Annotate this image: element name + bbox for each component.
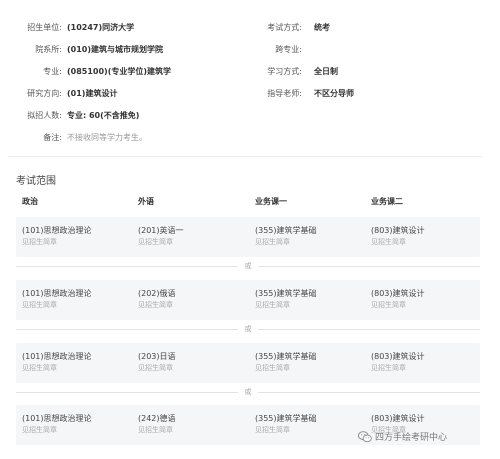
header-foreign-language: 外语 [138,197,154,206]
subject-note: 见招生简章 [371,364,406,372]
info-row-unit: 招生单位: (10247)同济大学 考试方式: 统考 [0,18,500,38]
language-cell: (203)日语 见招生简章 [138,351,176,374]
subject-note: 见招生简章 [22,364,57,372]
subject-name: (203)日语 [138,352,176,361]
subject-name: (201)英语一 [138,226,184,235]
course-two-cell: (803)建筑设计 见招生简章 [371,288,425,311]
subject-name: (101)思想政治理论 [22,289,92,298]
or-text: 或 [244,388,252,396]
subject-name: (803)建筑设计 [371,352,425,361]
header-politics: 政治 [22,197,38,206]
exam-option-card: (101)思想政治理论 见招生简章 (203)日语 见招生简章 (355)建筑学… [16,343,480,383]
subject-note: 见招生简章 [255,426,290,434]
or-separator: 或 [16,387,480,397]
subject-name: (355)建筑学基础 [255,352,317,361]
subject-note: 见招生简章 [371,238,406,246]
politics-cell: (101)思想政治理论 见招生简章 [22,413,92,436]
exam-scope-title: 考试范围 [16,176,56,187]
subject-note: 见招生简章 [255,301,290,309]
course-one-cell: (355)建筑学基础 见招生简章 [255,225,317,248]
watermark-text: 四方手绘考研中心 [375,433,448,443]
course-two-cell: (803)建筑设计 见招生简章 [371,351,425,374]
info-row-quota: 拟招人数: 专业: 60(不含推免) [0,106,500,126]
subject-note: 见招生简章 [22,301,57,309]
info-row-dept: 院系所: (010)建筑与城市规划学院 跨专业: [0,40,500,60]
course-two-cell: (803)建筑设计 见招生简章 [371,225,425,248]
quota-label: 拟招人数: [27,111,62,120]
separator-line [16,329,238,330]
subject-name: (202)俄语 [138,289,176,298]
subject-note: 见招生简章 [255,238,290,246]
politics-cell: (101)思想政治理论 见招生简章 [22,225,92,248]
subject-note: 见招生简章 [22,426,57,434]
header-course-two: 业务课二 [371,197,403,206]
info-row-remark: 备注: 不接收同等学力考生。 [0,128,500,148]
subject-name: (355)建筑学基础 [255,414,317,423]
subject-note: 见招生简章 [138,238,173,246]
exam-scope-header: 政治 外语 业务课一 业务课二 [0,193,500,209]
wechat-icon [358,430,372,442]
study-mode-value: 全日制 [314,67,338,76]
subject-note: 见招生简章 [138,364,173,372]
separator-line [258,329,480,330]
subject-name: (355)建筑学基础 [255,289,317,298]
or-text: 或 [244,325,252,333]
subject-name: (101)思想政治理论 [22,352,92,361]
quota-value: 专业: 60(不含推免) [67,111,140,120]
remark-label: 备注: [43,133,62,142]
subject-note: 见招生简章 [255,364,290,372]
subject-name: (101)思想政治理论 [22,226,92,235]
politics-cell: (101)思想政治理论 见招生简章 [22,351,92,374]
exam-method-label: 考试方式: [267,23,302,32]
study-mode-label: 学习方式: [267,67,302,76]
info-row-major: 专业: (085100)(专业学位)建筑学 学习方式: 全日制 [0,62,500,82]
separator-line [258,266,480,267]
or-separator: 或 [16,324,480,334]
subject-note: 见招生简章 [138,301,173,309]
exam-option-card: (101)思想政治理论 见招生简章 (202)俄语 见招生简章 (355)建筑学… [16,280,480,320]
language-cell: (201)英语一 见招生简章 [138,225,184,248]
advisor-value: 不区分导师 [314,89,354,98]
subject-note: 见招生简章 [371,301,406,309]
subject-name: (803)建筑设计 [371,414,425,423]
subject-name: (101)思想政治理论 [22,414,92,423]
advisor-label: 指导老师: [267,89,302,98]
exam-option-card: (101)思想政治理论 见招生简章 (201)英语一 见招生简章 (355)建筑… [16,217,480,257]
politics-cell: (101)思想政治理论 见招生简章 [22,288,92,311]
exam-method-value: 统考 [314,23,330,32]
info-row-direction: 研究方向: (01)建筑设计 指导老师: 不区分导师 [0,84,500,104]
divider [8,156,482,157]
header-course-one: 业务课一 [255,197,287,206]
subject-name: (803)建筑设计 [371,226,425,235]
separator-line [16,392,238,393]
subject-name: (355)建筑学基础 [255,226,317,235]
remark-value: 不接收同等学力考生。 [67,133,147,142]
separator-line [258,392,480,393]
subject-note: 见招生简章 [22,238,57,246]
language-cell: (242)德语 见招生简章 [138,413,176,436]
or-text: 或 [244,262,252,270]
subject-name: (803)建筑设计 [371,289,425,298]
course-one-cell: (355)建筑学基础 见招生简章 [255,288,317,311]
separator-line [16,266,238,267]
subject-note: 见招生简章 [138,426,173,434]
watermark: 四方手绘考研中心 [358,430,447,446]
language-cell: (202)俄语 见招生简章 [138,288,176,311]
cross-major-label: 跨专业: [275,45,302,54]
course-one-cell: (355)建筑学基础 见招生简章 [255,351,317,374]
or-separator: 或 [16,261,480,271]
subject-name: (242)德语 [138,414,176,423]
course-one-cell: (355)建筑学基础 见招生简章 [255,413,317,436]
